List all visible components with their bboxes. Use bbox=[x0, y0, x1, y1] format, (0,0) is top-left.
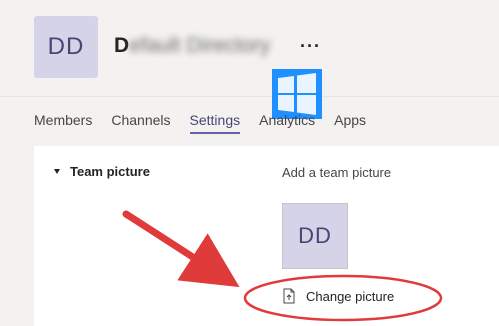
caret-down-icon bbox=[54, 169, 60, 174]
team-tabs: Members Channels Settings Analytics Apps bbox=[34, 112, 385, 134]
tab-channels[interactable]: Channels bbox=[111, 112, 170, 134]
change-picture-label: Change picture bbox=[306, 288, 395, 304]
team-picture-section-toggle[interactable]: Team picture bbox=[54, 164, 150, 179]
settings-panel: Team picture Add a team picture DD Chang… bbox=[34, 146, 499, 326]
tab-settings[interactable]: Settings bbox=[189, 112, 241, 134]
header-divider bbox=[0, 96, 499, 97]
team-name-obscured: efault Directory bbox=[129, 34, 271, 57]
tab-analytics[interactable]: Analytics bbox=[259, 112, 315, 134]
team-avatar[interactable]: DD bbox=[34, 16, 98, 78]
change-picture-button[interactable]: Change picture bbox=[282, 288, 394, 304]
team-name-initial: D bbox=[114, 34, 130, 57]
team-picture-initials: DD bbox=[298, 223, 332, 248]
tab-apps[interactable]: Apps bbox=[334, 112, 366, 134]
add-team-picture-label: Add a team picture bbox=[282, 165, 392, 180]
more-options-ellipsis-icon[interactable]: ··· bbox=[300, 36, 321, 57]
tab-members[interactable]: Members bbox=[34, 112, 92, 134]
teams-settings-page: DD Default Directory ··· Members Channel… bbox=[0, 0, 499, 326]
image-upload-icon bbox=[283, 288, 295, 304]
section-title: Team picture bbox=[70, 164, 150, 179]
team-avatar-initials: DD bbox=[47, 33, 85, 60]
team-picture-preview: DD bbox=[282, 203, 348, 269]
team-name: Default Directory bbox=[114, 34, 270, 58]
